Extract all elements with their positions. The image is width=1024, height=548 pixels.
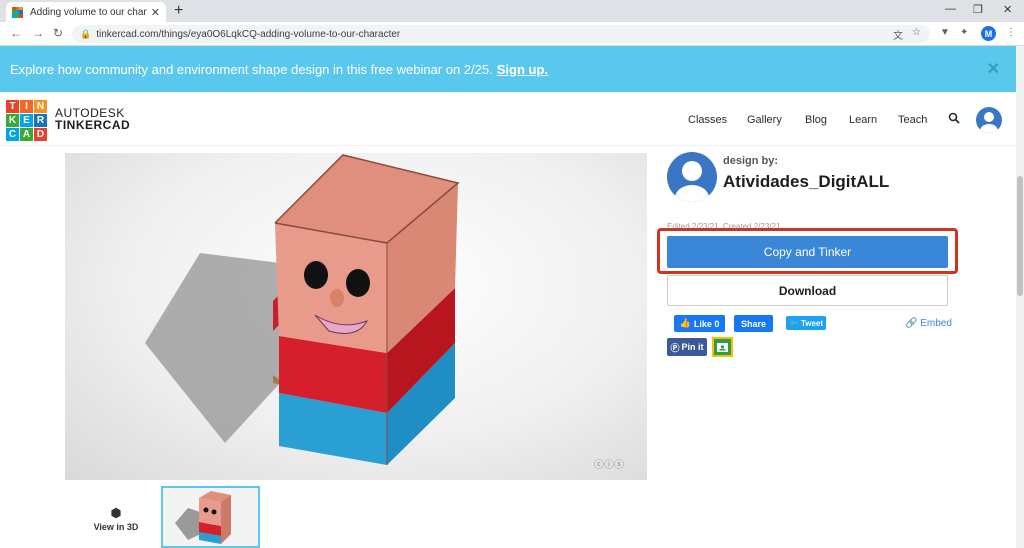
address-bar: ← → ↻ 🔒 tinkercad.com/things/eya0O6LqkCQ… bbox=[0, 22, 1024, 46]
link-icon: 🔗 bbox=[905, 318, 918, 329]
embed-link[interactable]: 🔗 Embed bbox=[905, 318, 952, 329]
model-viewer[interactable] bbox=[65, 153, 647, 480]
facebook-share-button[interactable]: Share bbox=[734, 315, 773, 332]
logo-letter: E bbox=[20, 114, 33, 127]
reload-icon[interactable]: ↻ bbox=[53, 26, 63, 40]
thumbs-up-icon: 👍 bbox=[679, 318, 691, 328]
logo-letter: K bbox=[6, 114, 19, 127]
logo-letter: I bbox=[20, 100, 33, 113]
url-field[interactable]: 🔒 tinkercad.com/things/eya0O6LqkCQ-addin… bbox=[72, 25, 930, 43]
nav-classes[interactable]: Classes bbox=[688, 114, 727, 126]
logo-letter: R bbox=[34, 114, 47, 127]
logo-letter: C bbox=[6, 128, 19, 141]
twitter-bird-icon: 🐦 bbox=[788, 318, 799, 328]
search-icon[interactable] bbox=[948, 112, 960, 127]
google-classroom-button[interactable] bbox=[712, 337, 733, 357]
logo-letter: T bbox=[6, 100, 19, 113]
logo-letter: A bbox=[20, 128, 33, 141]
thumbnail-image bbox=[175, 491, 231, 544]
facebook-like-button[interactable]: 👍 Like 0 bbox=[674, 315, 725, 332]
like-label: Like 0 bbox=[693, 318, 720, 329]
minimize-icon[interactable]: — bbox=[945, 3, 956, 15]
license-icons[interactable]: ⓒⓘⓢ bbox=[594, 456, 624, 471]
nav-learn[interactable]: Learn bbox=[849, 114, 877, 126]
nav-teach[interactable]: Teach bbox=[898, 114, 927, 126]
classroom-icon bbox=[717, 342, 728, 352]
logo-letter: D bbox=[34, 128, 47, 141]
nav-gallery[interactable]: Gallery bbox=[747, 114, 782, 126]
forward-icon[interactable]: → bbox=[32, 26, 44, 40]
pinterest-icon: Ⓟ bbox=[670, 342, 680, 353]
maximize-icon[interactable]: ❐ bbox=[973, 3, 983, 16]
menu-dots-icon[interactable]: ⋮ bbox=[1006, 27, 1016, 38]
tab-close-icon[interactable]: ✕ bbox=[151, 6, 160, 19]
embed-label: Embed bbox=[920, 318, 952, 329]
scrollbar-thumb[interactable] bbox=[1017, 176, 1023, 296]
back-icon[interactable]: ← bbox=[10, 26, 22, 40]
lock-icon: 🔒 bbox=[80, 28, 92, 39]
translate-icon[interactable]: 文 bbox=[893, 27, 903, 42]
browser-tab[interactable]: Adding volume to our character ✕ bbox=[6, 2, 166, 22]
banner-signup-link[interactable]: Sign up. bbox=[497, 62, 548, 77]
view-in-3d-label: View in 3D bbox=[93, 522, 139, 532]
design-by-label: design by: bbox=[723, 155, 779, 167]
user-avatar[interactable] bbox=[976, 107, 1002, 133]
pin-it-button[interactable]: Ⓟ Pin it bbox=[667, 338, 707, 356]
banner-text: Explore how community and environment sh… bbox=[10, 61, 493, 77]
download-button[interactable]: Download bbox=[667, 275, 948, 306]
tinkercad-favicon-icon bbox=[12, 6, 23, 18]
tinkercad-logo[interactable]: TIN KER CAD bbox=[6, 100, 47, 141]
copy-and-tinker-button[interactable]: Copy and Tinker bbox=[667, 236, 948, 268]
tweet-button[interactable]: 🐦 Tweet bbox=[786, 316, 826, 330]
nav-blog[interactable]: Blog bbox=[805, 114, 827, 126]
bookmark-star-icon[interactable]: ☆ bbox=[912, 27, 921, 38]
designer-name[interactable]: Atividades_DigitALL bbox=[723, 172, 889, 192]
page-scrollbar[interactable] bbox=[1016, 46, 1024, 548]
browser-tab-strip: Adding volume to our character ✕ + — ❐ ✕ bbox=[0, 0, 1024, 22]
pin-label: Pin it bbox=[681, 342, 704, 352]
view-in-3d-button[interactable]: ⬢ View in 3D bbox=[88, 506, 144, 532]
webinar-banner: Explore how community and environment sh… bbox=[0, 46, 1016, 92]
character-model-render bbox=[145, 154, 460, 465]
new-tab-button[interactable]: + bbox=[174, 3, 183, 19]
profile-avatar[interactable]: M bbox=[981, 26, 996, 41]
url-text: tinkercad.com/things/eya0O6LqkCQ-adding-… bbox=[96, 28, 401, 40]
logo-letter: N bbox=[34, 100, 47, 113]
banner-close-icon[interactable]: ✕ bbox=[987, 59, 1000, 79]
window-close-icon[interactable]: ✕ bbox=[1003, 3, 1012, 16]
puzzle-icon[interactable]: ✦ bbox=[960, 27, 968, 38]
extension-icon[interactable]: ▼ bbox=[940, 27, 950, 38]
thumbnail-selected[interactable] bbox=[161, 486, 260, 548]
brand-tinkercad: TINKERCAD bbox=[55, 118, 131, 132]
brand-wordmark[interactable]: AUTODESK TINKERCAD bbox=[55, 107, 130, 131]
tweet-label: Tweet bbox=[800, 318, 824, 328]
site-header: TIN KER CAD AUTODESK TINKERCAD Classes Gal… bbox=[0, 92, 1016, 146]
designer-avatar[interactable] bbox=[667, 152, 717, 202]
tab-title: Adding volume to our character bbox=[30, 6, 147, 18]
cube-icon: ⬢ bbox=[110, 506, 122, 520]
